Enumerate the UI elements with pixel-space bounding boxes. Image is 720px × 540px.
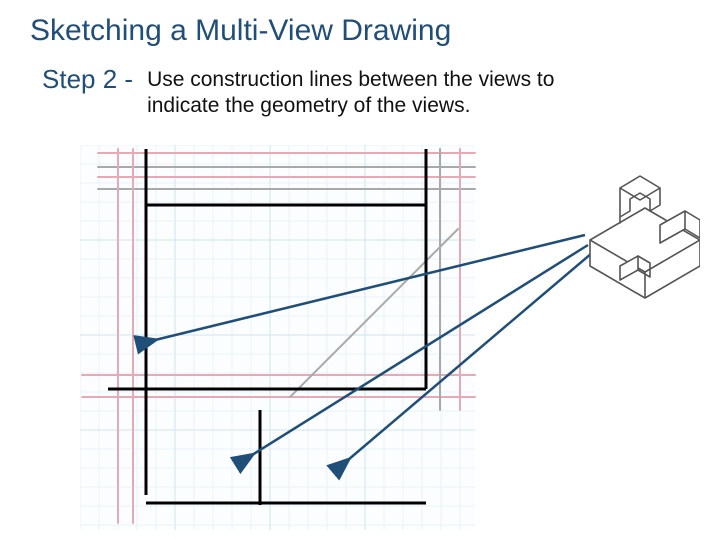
- step-body: Use construction lines between the views…: [147, 64, 627, 120]
- grid-paper: [80, 145, 475, 530]
- step-label: Step 2 -: [42, 64, 133, 95]
- page-title: Sketching a Multi-View Drawing: [30, 14, 451, 48]
- step-line: Step 2 - Use construction lines between …: [42, 64, 627, 120]
- figure: [80, 145, 700, 530]
- isometric-icon: [590, 176, 700, 298]
